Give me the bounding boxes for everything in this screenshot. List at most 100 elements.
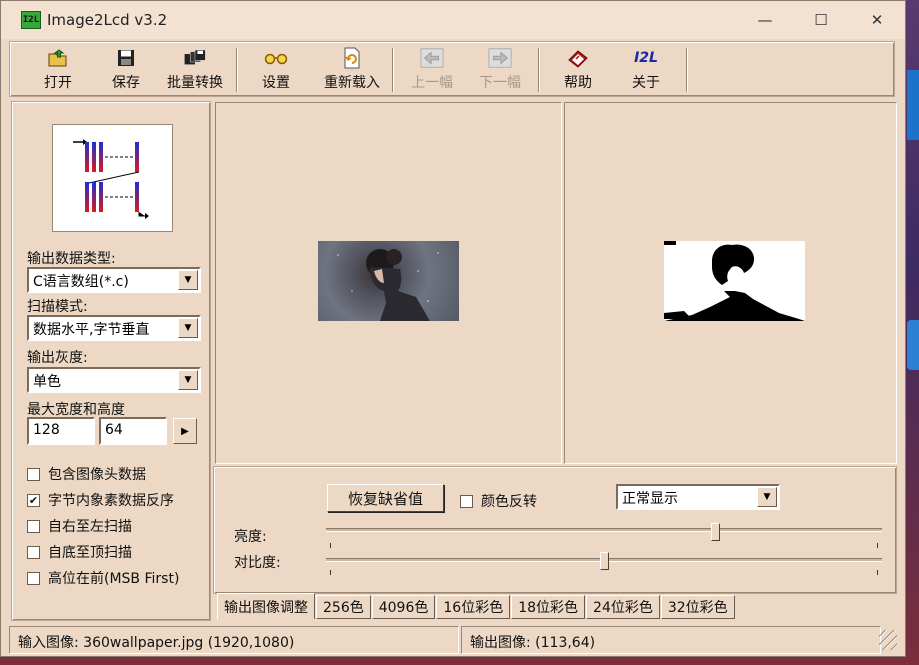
checkbox-reverse-pixel-order[interactable]: ✔	[27, 493, 40, 507]
reload-label: 重新载入	[324, 75, 380, 91]
output-image-status: 输出图像: (113,64)	[461, 626, 881, 654]
display-mode-value: 正常显示	[622, 491, 678, 507]
help-button[interactable]: 帮助	[558, 46, 598, 94]
tab-4096-colors[interactable]: 4096色	[371, 595, 436, 619]
option-bottom-to-top[interactable]: 自底至顶扫描	[27, 542, 132, 562]
title-bar[interactable]: I2L Image2Lcd v3.2 — ☐ ✕	[1, 1, 905, 39]
gray-level-value: 单色	[33, 374, 61, 390]
option-label: 自右至左扫描	[48, 519, 132, 535]
option-label: 自底至顶扫描	[48, 545, 132, 561]
desktop-icon-fragment	[907, 70, 919, 140]
chevron-down-icon[interactable]: ▼	[178, 318, 198, 338]
output-adjust-panel: 恢复缺省值 颜色反转 正常显示 ▼ 亮度: 对比度:	[213, 466, 897, 594]
checkbox-bottom-to-top[interactable]	[27, 545, 40, 559]
option-label: 包含图像头数据	[48, 467, 146, 483]
tab-256-colors[interactable]: 256色	[316, 595, 371, 619]
toolbar-separator	[392, 48, 394, 92]
option-reverse-pixel-order[interactable]: ✔ 字节内象素数据反序	[27, 490, 174, 510]
desktop-icon-fragment	[907, 320, 919, 370]
glasses-icon	[264, 46, 288, 70]
about-button[interactable]: I2L 关于	[626, 46, 666, 94]
previous-image-label: 上一幅	[411, 75, 453, 91]
chevron-down-icon[interactable]: ▼	[178, 270, 198, 290]
tab-16bit-color[interactable]: 16位彩色	[436, 595, 511, 619]
settings-panel: 输出数据类型: C语言数组(*.c) ▼ 扫描模式: 数据水平,字节垂直 ▼ 输…	[11, 101, 211, 621]
maximize-button[interactable]: ☐	[793, 1, 849, 39]
option-label: 高位在前(MSB First)	[48, 571, 180, 587]
checkbox-msb-first[interactable]	[27, 571, 40, 585]
max-height-input[interactable]: 64	[99, 417, 167, 445]
about-label: 关于	[632, 75, 660, 91]
display-mode-select[interactable]: 正常显示 ▼	[616, 484, 780, 510]
slider-tick	[330, 543, 331, 548]
floppy-disk-icon	[114, 46, 138, 70]
resize-grip-icon[interactable]	[879, 630, 897, 650]
scan-mode-select[interactable]: 数据水平,字节垂直 ▼	[27, 315, 201, 341]
restore-defaults-button[interactable]: 恢复缺省值	[327, 484, 444, 512]
output-type-value: C语言数组(*.c)	[33, 274, 129, 290]
scan-mode-diagram	[52, 124, 173, 232]
reload-button[interactable]: 重新载入	[319, 46, 385, 94]
toolbar: 打开 保存 批量转换 设置 重新载入 上一幅 下一幅 帮助 I2L 关于	[9, 41, 895, 97]
open-label: 打开	[44, 75, 72, 91]
toolbar-separator	[538, 48, 540, 92]
settings-label: 设置	[262, 75, 290, 91]
brightness-label: 亮度:	[234, 529, 267, 545]
invert-colors-option[interactable]: 颜色反转	[460, 491, 537, 511]
slider-tick	[330, 570, 331, 575]
chevron-down-icon[interactable]: ▼	[757, 487, 777, 507]
color-depth-tabs: 输出图像调整 256色 4096色 16位彩色 18位彩色 24位彩色 32位彩…	[217, 593, 736, 621]
toolbar-separator	[686, 48, 688, 92]
scan-mode-value: 数据水平,字节垂直	[33, 322, 150, 338]
tab-24bit-color[interactable]: 24位彩色	[586, 595, 660, 619]
app-window: I2L Image2Lcd v3.2 — ☐ ✕ 打开 保存 批量转换 设置 重…	[0, 0, 906, 657]
arrow-left-icon	[420, 46, 444, 70]
checkbox-invert-colors[interactable]	[460, 494, 473, 508]
checkbox-include-header[interactable]	[27, 467, 40, 481]
window-title: Image2Lcd v3.2	[47, 11, 168, 29]
batch-disks-icon	[183, 46, 207, 70]
scan-mode-label: 扫描模式:	[27, 299, 88, 315]
gray-level-select[interactable]: 单色 ▼	[27, 367, 201, 393]
input-preview-pane	[215, 102, 562, 464]
contrast-slider-thumb[interactable]	[599, 552, 609, 570]
open-button[interactable]: 打开	[36, 46, 80, 94]
toolbar-separator	[236, 48, 238, 92]
open-folder-icon	[46, 46, 70, 70]
previous-image-button[interactable]: 上一幅	[408, 46, 456, 94]
help-label: 帮助	[564, 75, 592, 91]
slider-tick	[877, 570, 878, 575]
play-arrow-icon: ▶	[181, 425, 189, 437]
slider-tick	[877, 543, 878, 548]
output-image-preview	[664, 241, 805, 321]
apply-size-button[interactable]: ▶	[173, 418, 197, 444]
invert-colors-label: 颜色反转	[481, 494, 537, 510]
desktop-background	[907, 0, 919, 665]
reload-document-icon	[340, 46, 364, 70]
save-button[interactable]: 保存	[106, 46, 146, 94]
settings-button[interactable]: 设置	[256, 46, 296, 94]
chevron-down-icon[interactable]: ▼	[178, 370, 198, 390]
brightness-slider-thumb[interactable]	[710, 523, 720, 541]
close-button[interactable]: ✕	[849, 1, 905, 39]
output-type-label: 输出数据类型:	[27, 251, 116, 267]
brightness-slider[interactable]	[326, 528, 882, 532]
max-width-input[interactable]: 128	[27, 417, 95, 445]
option-include-header[interactable]: 包含图像头数据	[27, 464, 146, 484]
output-type-select[interactable]: C语言数组(*.c) ▼	[27, 267, 201, 293]
tab-32bit-color[interactable]: 32位彩色	[660, 595, 735, 619]
help-book-icon	[566, 46, 590, 70]
contrast-label: 对比度:	[234, 555, 281, 571]
next-image-button[interactable]: 下一幅	[476, 46, 524, 94]
tab-output-adjust[interactable]: 输出图像调整	[217, 593, 315, 619]
arrow-right-icon	[488, 46, 512, 70]
checkbox-right-to-left[interactable]	[27, 519, 40, 533]
minimize-button[interactable]: —	[737, 1, 793, 39]
batch-convert-button[interactable]: 批量转换	[162, 46, 228, 94]
input-image-preview	[318, 241, 459, 321]
option-right-to-left[interactable]: 自右至左扫描	[27, 516, 132, 536]
about-i2l-icon: I2L	[634, 50, 658, 66]
gray-level-label: 输出灰度:	[27, 350, 88, 366]
tab-18bit-color[interactable]: 18位彩色	[511, 595, 586, 619]
option-msb-first[interactable]: 高位在前(MSB First)	[27, 568, 179, 588]
